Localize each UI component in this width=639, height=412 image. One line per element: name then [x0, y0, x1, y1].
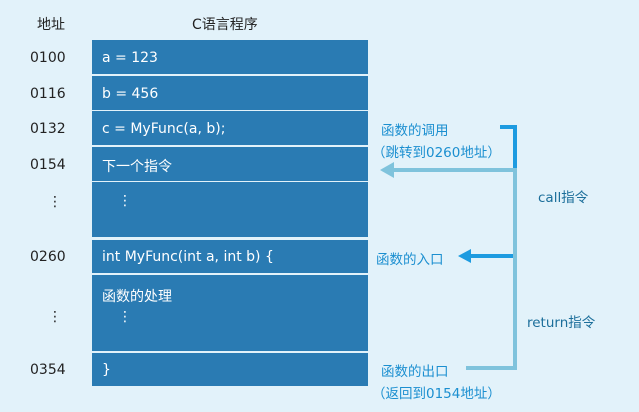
- diagram-canvas: 地址 C语言程序 0100 0116 0132 0154 ⋮ 0260 ⋮ 03…: [0, 0, 639, 412]
- function-entry-label: 函数的入口: [376, 252, 444, 268]
- call-site-sublabel: （跳转到0260地址）: [372, 145, 501, 161]
- call-instruction-label: call指令: [536, 184, 591, 208]
- function-exit-sublabel: （返回到0154地址）: [372, 386, 501, 402]
- return-arrowhead: [380, 162, 394, 178]
- call-arrowhead: [458, 249, 471, 263]
- return-instruction-label: return指令: [525, 309, 598, 333]
- call-site-label: 函数的调用: [381, 123, 449, 139]
- function-exit-label: 函数的出口: [381, 364, 449, 380]
- return-arrow-path: [393, 168, 517, 370]
